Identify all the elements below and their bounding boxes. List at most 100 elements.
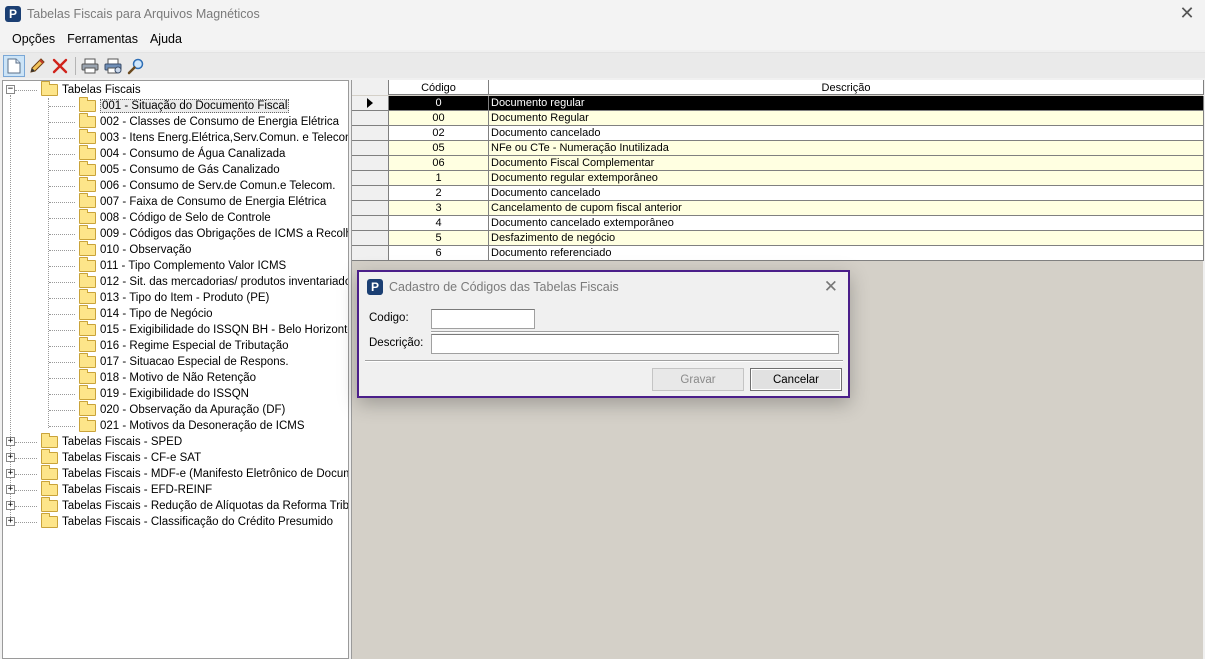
menu-item-ajuda[interactable]: Ajuda [144,32,188,46]
tree-node-child[interactable]: 020 - Observação da Apuração (DF) [3,401,285,418]
cell-descricao[interactable]: Documento Regular [489,111,1204,125]
menu-item-opcoes[interactable]: Opções [6,32,61,46]
table-row[interactable]: 06 Documento Fiscal Complementar [352,156,1204,171]
collapse-icon[interactable]: − [6,85,15,94]
tree-node-root[interactable]: + Tabelas Fiscais - CF-e SAT [3,449,201,466]
tree-node-child[interactable]: 012 - Sit. das mercadorias/ produtos inv… [3,273,348,290]
table-row[interactable]: 0 Documento regular [352,96,1204,111]
row-indicator[interactable] [352,186,389,200]
tree-node-child[interactable]: 001 - Situação do Documento Fiscal [3,97,290,114]
menu-item-ferramentas[interactable]: Ferramentas [61,32,144,46]
row-indicator[interactable] [352,96,389,110]
table-row[interactable]: 3 Cancelamento de cupom fiscal anterior [352,201,1204,216]
cell-codigo[interactable]: 3 [389,201,489,215]
dialog-title: Cadastro de Códigos das Tabelas Fiscais [389,280,619,294]
tree-node-child[interactable]: 013 - Tipo do Item - Produto (PE) [3,289,269,306]
delete-button[interactable] [49,55,71,77]
tree-node-child[interactable]: 007 - Faixa de Consumo de Energia Elétri… [3,193,326,210]
tree-view[interactable]: − Tabelas Fiscais 001 - Situação do Docu… [2,80,349,659]
tree-node-root[interactable]: + Tabelas Fiscais - Redução de Alíquotas … [3,497,348,514]
column-header-codigo[interactable]: Código [389,80,489,95]
save-button[interactable]: Gravar [652,368,744,391]
tree-node-child[interactable]: 018 - Motivo de Não Retenção [3,369,256,386]
row-indicator[interactable] [352,231,389,245]
table-row[interactable]: 1 Documento regular extemporâneo [352,171,1204,186]
expand-icon[interactable]: + [6,485,15,494]
tree-node-child[interactable]: 011 - Tipo Complemento Valor ICMS [3,257,286,274]
tree-node-root[interactable]: + Tabelas Fiscais - Classificação do Créd… [3,513,333,530]
edit-button[interactable] [26,55,48,77]
tree-node-child[interactable]: 006 - Consumo de Serv.de Comun.e Telecom… [3,177,335,194]
tree-node-child[interactable]: 015 - Exigibilidade do ISSQN BH - Belo H… [3,321,348,338]
tree-node-child[interactable]: 010 - Observação [3,241,191,258]
tree-node-child[interactable]: 017 - Situacao Especial de Respons. [3,353,289,370]
expand-icon[interactable]: + [6,501,15,510]
tree-node-child[interactable]: 014 - Tipo de Negócio [3,305,213,322]
cell-codigo[interactable]: 5 [389,231,489,245]
print-setup-button[interactable] [102,55,124,77]
cell-codigo[interactable]: 00 [389,111,489,125]
row-indicator[interactable] [352,111,389,125]
code-input[interactable] [431,309,535,329]
cell-codigo[interactable]: 1 [389,171,489,185]
description-input[interactable] [431,334,839,354]
expand-icon[interactable]: + [6,437,15,446]
tree-node-child[interactable]: 016 - Regime Especial de Tributação [3,337,289,354]
cell-codigo[interactable]: 4 [389,216,489,230]
row-indicator[interactable] [352,156,389,170]
tree-node-child[interactable]: 021 - Motivos da Desoneração de ICMS [3,417,305,434]
tree-node-child[interactable]: 008 - Código de Selo de Controle [3,209,271,226]
cell-descricao[interactable]: Documento regular extemporâneo [489,171,1204,185]
cell-descricao[interactable]: Documento Fiscal Complementar [489,156,1204,170]
table-row[interactable]: 2 Documento cancelado [352,186,1204,201]
row-indicator[interactable] [352,216,389,230]
tree-connector [15,490,37,491]
tree-node-child[interactable]: 002 - Classes de Consumo de Energia Elét… [3,113,339,130]
row-indicator[interactable] [352,201,389,215]
row-indicator[interactable] [352,246,389,260]
tree-node-child[interactable]: 019 - Exigibilidade do ISSQN [3,385,249,402]
expand-icon[interactable]: + [6,453,15,462]
tree-node-tabelas-fiscais[interactable]: − Tabelas Fiscais [3,81,141,98]
window-close-button[interactable]: ✕ [1177,4,1197,24]
table-row[interactable]: 6 Documento referenciado [352,246,1204,261]
cell-descricao[interactable]: Cancelamento de cupom fiscal anterior [489,201,1204,215]
cell-codigo[interactable]: 6 [389,246,489,260]
cell-codigo[interactable]: 06 [389,156,489,170]
cell-codigo[interactable]: 0 [389,96,489,110]
table-row[interactable]: 00 Documento Regular [352,111,1204,126]
cell-descricao[interactable]: Documento cancelado extemporâneo [489,216,1204,230]
table-row[interactable]: 05 NFe ou CTe - Numeração Inutilizada [352,141,1204,156]
tree-node-root[interactable]: + Tabelas Fiscais - SPED [3,433,182,450]
row-indicator[interactable] [352,126,389,140]
cell-descricao[interactable]: Documento cancelado [489,126,1204,140]
cell-descricao[interactable]: NFe ou CTe - Numeração Inutilizada [489,141,1204,155]
tree-node-child[interactable]: 004 - Consumo de Água Canalizada [3,145,285,162]
cell-codigo[interactable]: 05 [389,141,489,155]
new-document-button[interactable] [3,54,25,77]
row-indicator[interactable] [352,141,389,155]
cell-descricao[interactable]: Documento referenciado [489,246,1204,260]
table-row[interactable]: 02 Documento cancelado [352,126,1204,141]
column-header-descricao[interactable]: Descrição [489,80,1204,95]
cell-codigo[interactable]: 2 [389,186,489,200]
search-button[interactable] [125,55,147,77]
cell-descricao[interactable]: Desfazimento de negócio [489,231,1204,245]
expand-icon[interactable]: + [6,517,15,526]
tree-node-root[interactable]: + Tabelas Fiscais - EFD-REINF [3,481,212,498]
tree-node-child[interactable]: 009 - Códigos das Obrigações de ICMS a R… [3,225,348,242]
expand-icon[interactable]: + [6,469,15,478]
cell-descricao[interactable]: Documento cancelado [489,186,1204,200]
tree-node-child[interactable]: 003 - Itens Energ.Elétrica,Serv.Comun. e… [3,129,348,146]
cell-descricao[interactable]: Documento regular [489,96,1204,110]
print-button[interactable] [79,55,101,77]
tree-node-root[interactable]: + Tabelas Fiscais - MDF-e (Manifesto Elet… [3,465,348,482]
cell-codigo[interactable]: 02 [389,126,489,140]
row-indicator[interactable] [352,171,389,185]
tree-node-child[interactable]: 005 - Consumo de Gás Canalizado [3,161,280,178]
table-row[interactable]: 5 Desfazimento de negócio [352,231,1204,246]
dialog-close-button[interactable]: ✕ [824,277,838,297]
table-row[interactable]: 4 Documento cancelado extemporâneo [352,216,1204,231]
cadastro-dialog: P Cadastro de Códigos das Tabelas Fiscai… [357,270,850,398]
cancel-button[interactable]: Cancelar [750,368,842,391]
